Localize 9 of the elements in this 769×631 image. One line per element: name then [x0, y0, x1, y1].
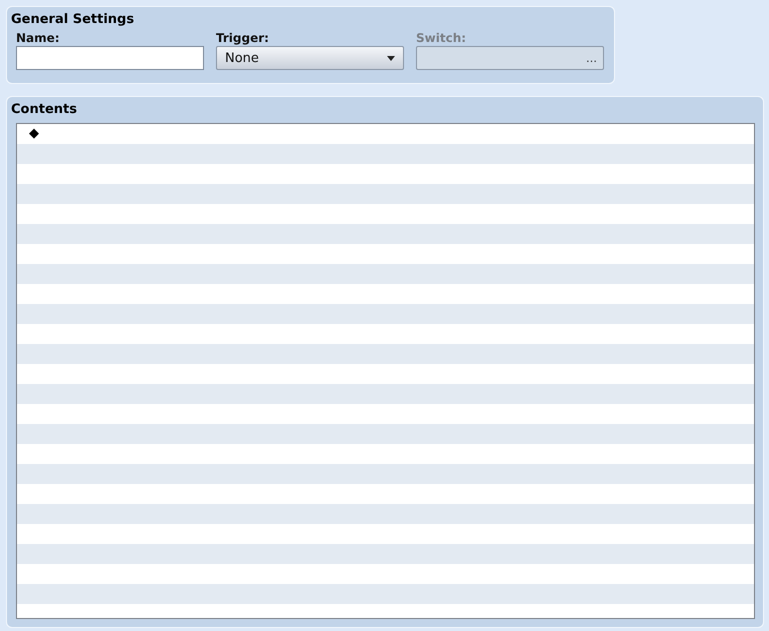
caret-icon: [387, 56, 395, 60]
name-field[interactable]: [16, 46, 204, 70]
list-item[interactable]: ◆: [29, 124, 39, 144]
name-label: Name:: [16, 30, 61, 46]
trigger-dropdown[interactable]: None: [216, 46, 404, 70]
panel-title: General Settings: [11, 11, 136, 29]
switch-label: Switch:: [416, 30, 468, 46]
panel-title: Contents: [11, 101, 78, 119]
trigger-label: Trigger:: [216, 30, 270, 46]
